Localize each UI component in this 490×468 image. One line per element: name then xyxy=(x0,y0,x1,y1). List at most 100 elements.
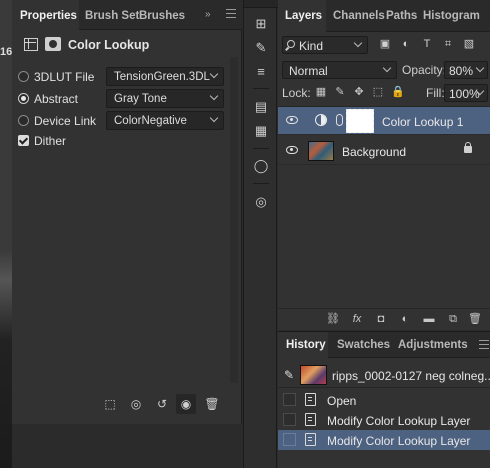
lock-pixels-icon[interactable]: ✎ xyxy=(334,86,346,99)
history-brush-source-icon[interactable]: ✎ xyxy=(284,368,296,382)
document-canvas[interactable] xyxy=(0,0,12,468)
blend-mode-value: Normal xyxy=(289,64,328,78)
properties-title: Color Lookup xyxy=(68,38,150,52)
option-label: Device Link xyxy=(34,114,97,128)
properties-doc-icon[interactable]: ▤ xyxy=(251,97,271,117)
view-previous-state-icon[interactable]: ◎ xyxy=(126,394,146,414)
tab-channels[interactable]: Channels xyxy=(333,0,385,32)
smart-object-filter-icon[interactable]: ▧ xyxy=(462,36,476,52)
layer-row-color-lookup[interactable]: Color Lookup 1 xyxy=(278,107,490,135)
lock-icon xyxy=(464,142,472,153)
history-state-label: Modify Color Lookup Layer xyxy=(327,434,471,448)
3dlut-file-select[interactable]: TensionGreen.3DL xyxy=(106,67,224,86)
new-adjustment-icon[interactable]: ◐ xyxy=(398,312,412,326)
history-brush-tool-icon[interactable]: ⊞ xyxy=(251,14,271,34)
new-group-icon[interactable]: ▬ xyxy=(422,312,436,326)
tab-adjustments[interactable]: Adjustments xyxy=(398,332,468,358)
select-value: Gray Tone xyxy=(114,93,167,105)
history-source-checkbox[interactable] xyxy=(283,433,296,446)
layers-panel: Layers Channels Paths Histogram Kind ▣ ◐… xyxy=(278,0,490,330)
tab-paths[interactable]: Paths xyxy=(386,0,417,32)
creative-cloud-icon[interactable]: ◎ xyxy=(251,192,271,212)
select-value: ColorNegative xyxy=(114,115,187,127)
history-state[interactable]: Modify Color Lookup Layer xyxy=(278,410,490,430)
image-filter-icon[interactable]: ▣ xyxy=(378,36,392,52)
dock-grip[interactable] xyxy=(244,0,278,8)
adjust-sliders-icon[interactable]: ≡ xyxy=(251,62,271,82)
delete-layer-icon[interactable]: 🗑 xyxy=(468,312,482,326)
tab-layers[interactable]: Layers xyxy=(278,0,326,32)
lock-position-icon[interactable]: ✥ xyxy=(353,86,365,99)
fill-input[interactable]: 100% xyxy=(444,84,488,102)
shape-filter-icon[interactable]: ⌗ xyxy=(441,36,455,52)
abstract-select[interactable]: Gray Tone xyxy=(106,89,224,108)
reset-icon[interactable]: ↺ xyxy=(152,394,172,414)
tab-histogram[interactable]: Histogram xyxy=(423,0,480,32)
tab-properties[interactable]: Properties xyxy=(12,0,79,30)
option-label: 3DLUT File xyxy=(34,70,95,84)
type-filter-icon[interactable]: T xyxy=(420,36,434,52)
visibility-eye-icon[interactable] xyxy=(286,146,298,154)
fx-icon[interactable]: fx xyxy=(350,312,364,326)
link-layers-icon[interactable]: ⛓ xyxy=(326,312,340,326)
layer-thumbnail xyxy=(308,141,334,161)
clip-to-layer-icon[interactable]: ⬚ xyxy=(100,394,120,414)
lock-artboard-icon[interactable]: ⬚ xyxy=(372,86,384,99)
lock-fill-row: Lock: ▦ ✎ ✥ ⬚ 🔒 Fill: 100% xyxy=(282,84,488,102)
add-mask-icon[interactable]: ◘ xyxy=(374,312,388,326)
fill-value: 100% xyxy=(449,87,480,101)
dither-checkbox[interactable] xyxy=(18,135,29,146)
radio-3dlut-file[interactable] xyxy=(18,71,29,82)
notes-icon[interactable]: ▦ xyxy=(251,121,271,141)
panel-menu-icon[interactable] xyxy=(226,9,236,21)
radio-abstract[interactable] xyxy=(18,93,29,104)
dock-divider xyxy=(253,183,269,184)
lock-transparency-icon[interactable]: ▦ xyxy=(315,86,327,99)
lock-label: Lock: xyxy=(282,86,311,100)
adjustment-grid-icon[interactable] xyxy=(24,38,38,51)
properties-panel: Properties Brush Set Brushes » Color Loo… xyxy=(12,0,242,424)
opacity-value: 80% xyxy=(449,64,474,78)
collapse-panel-icon[interactable]: » xyxy=(205,9,211,20)
snapshot-name: ripps_0002-0127 neg colneg... xyxy=(332,369,490,383)
visibility-eye-icon[interactable] xyxy=(286,116,298,124)
visibility-icon[interactable]: ◉ xyxy=(176,394,196,414)
chevron-down-icon xyxy=(382,63,392,73)
mask-link-icon[interactable] xyxy=(336,114,343,126)
tab-brush-set[interactable]: Brush Set xyxy=(85,0,139,30)
lock-all-icon[interactable]: 🔒 xyxy=(391,86,405,99)
tab-swatches[interactable]: Swatches xyxy=(337,332,390,358)
new-layer-icon[interactable]: ⧉ xyxy=(446,312,460,326)
filter-kind-select[interactable]: Kind xyxy=(282,36,368,54)
layer-mask-thumbnail[interactable] xyxy=(345,108,375,134)
adjustment-filter-icon[interactable]: ◐ xyxy=(399,36,413,52)
trash-icon[interactable]: 🗑 xyxy=(202,394,222,414)
snapshot-thumbnail xyxy=(300,365,327,385)
option-dither: Dither xyxy=(18,131,228,151)
device-link-select[interactable]: ColorNegative xyxy=(106,111,224,130)
history-state[interactable]: Modify Color Lookup Layer xyxy=(278,430,490,450)
layer-mask-icon[interactable] xyxy=(45,37,61,51)
layer-row-background[interactable]: Background xyxy=(278,137,490,165)
fill-label: Fill: xyxy=(426,86,445,100)
history-state[interactable]: Open xyxy=(278,390,490,410)
lightbulb-icon[interactable]: ◯ xyxy=(251,156,271,176)
brush-settings-icon[interactable]: ✎ xyxy=(251,38,271,58)
radio-device-link[interactable] xyxy=(18,115,29,126)
layer-list: Color Lookup 1 Background xyxy=(278,106,490,306)
properties-scrollbar[interactable] xyxy=(230,57,238,383)
tab-history[interactable]: History xyxy=(278,332,328,358)
document-icon xyxy=(305,393,316,406)
blend-mode-select[interactable]: Normal xyxy=(282,61,397,79)
layers-footer: ⛓ fx ◘ ◐ ▬ ⧉ 🗑 xyxy=(278,308,490,330)
history-source-checkbox[interactable] xyxy=(283,393,296,406)
history-snapshot[interactable]: ✎ ripps_0002-0127 neg colneg... xyxy=(278,362,490,388)
layer-filter-row: Kind ▣ ◐ T ⌗ ▧ xyxy=(282,36,488,54)
tab-brushes[interactable]: Brushes xyxy=(139,0,185,30)
ruler-number: 16 xyxy=(0,46,13,58)
history-source-checkbox[interactable] xyxy=(283,413,296,426)
panel-menu-icon[interactable] xyxy=(479,340,489,352)
dither-label: Dither xyxy=(34,134,67,148)
opacity-label: Opacity: xyxy=(402,63,447,77)
opacity-input[interactable]: 80% xyxy=(444,61,488,79)
